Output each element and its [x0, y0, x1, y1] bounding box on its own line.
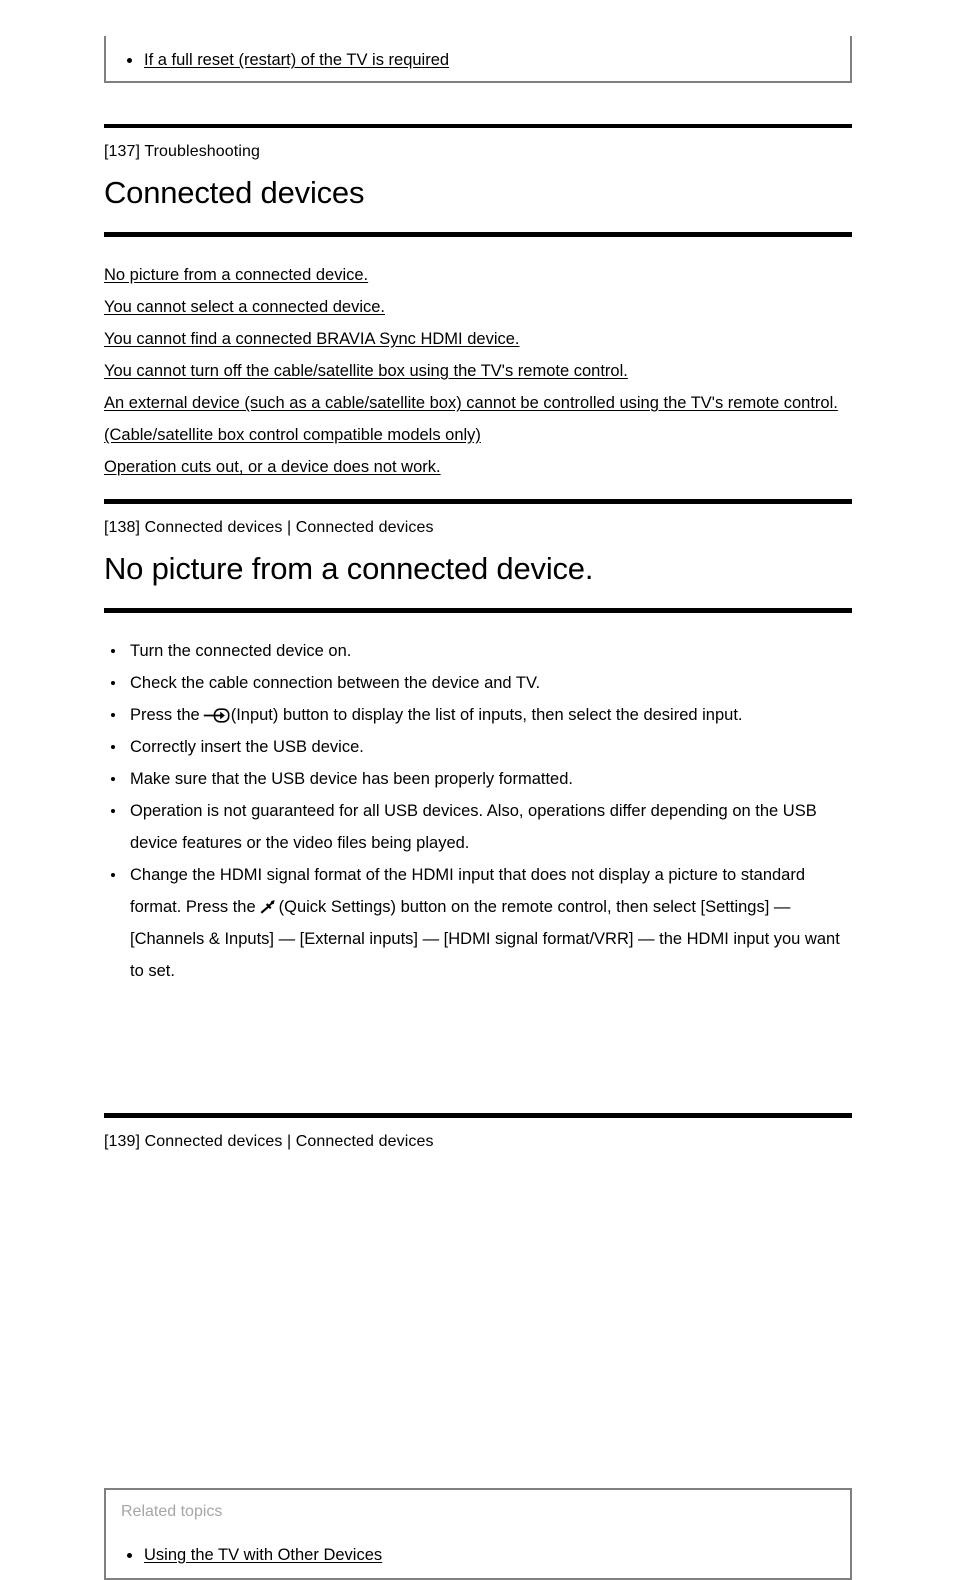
- link-no-picture-connected-device[interactable]: No picture from a connected device.: [104, 266, 368, 284]
- section-139-top-rule: [104, 1113, 852, 1118]
- section-139: [139] Connected devices | Connected devi…: [104, 1113, 852, 1152]
- continued-related-topics-box: If a full reset (restart) of the TV is r…: [104, 36, 852, 83]
- step-text: Turn the connected device on.: [130, 642, 352, 660]
- link-cannot-select-connected-device[interactable]: You cannot select a connected device.: [104, 298, 385, 316]
- list-item: Operation cuts out, or a device does not…: [104, 451, 852, 483]
- list-item: If a full reset (restart) of the TV is r…: [106, 50, 850, 70]
- step-text: Check the cable connection between the d…: [130, 674, 541, 692]
- section-138-breadcrumb: [138] Connected devices | Connected devi…: [104, 519, 434, 536]
- section-137-top-rule: [104, 124, 852, 128]
- list-item: Make sure that the USB device has been p…: [104, 763, 852, 795]
- continued-link-list: If a full reset (restart) of the TV is r…: [106, 50, 850, 70]
- section-139-breadcrumb: [139] Connected devices | Connected devi…: [104, 1133, 434, 1150]
- section-137-bottom-rule: [104, 232, 852, 237]
- related-topics-list: Using the TV with Other Devices: [106, 1545, 850, 1565]
- link-external-device-not-controlled[interactable]: An external device (such as a cable/sate…: [104, 394, 838, 444]
- list-item: You cannot find a connected BRAVIA Sync …: [104, 323, 852, 355]
- list-item: An external device (such as a cable/sate…: [104, 387, 852, 451]
- list-item: Correctly insert the USB device.: [104, 731, 852, 763]
- section-138-title: No picture from a connected device.: [104, 551, 594, 586]
- list-item: Operation is not guaranteed for all USB …: [104, 795, 852, 859]
- link-operation-cuts-out[interactable]: Operation cuts out, or a device does not…: [104, 458, 441, 476]
- section-137: [137] Troubleshooting Connected devices …: [104, 124, 852, 483]
- section-138-top-rule: [104, 499, 852, 504]
- section-138: [138] Connected devices | Connected devi…: [104, 499, 852, 1580]
- step-text: Press the: [130, 706, 200, 724]
- link-cannot-find-bravia-sync-hdmi[interactable]: You cannot find a connected BRAVIA Sync …: [104, 330, 520, 348]
- list-item: You cannot turn off the cable/satellite …: [104, 355, 852, 387]
- related-topics-heading: Related topics: [121, 1503, 223, 1520]
- link-full-reset-restart[interactable]: If a full reset (restart) of the TV is r…: [144, 51, 449, 69]
- section-138-bottom-rule: [104, 608, 852, 613]
- troubleshooting-steps-list: Turn the connected device on. Check the …: [104, 635, 852, 987]
- list-item: Using the TV with Other Devices: [106, 1545, 850, 1565]
- related-topics-box: Related topics Using the TV with Other D…: [104, 1488, 852, 1580]
- step-text: Operation is not guaranteed for all USB …: [130, 802, 817, 852]
- step-text: Correctly insert the USB device.: [130, 738, 364, 756]
- link-cannot-turn-off-cable-box[interactable]: You cannot turn off the cable/satellite …: [104, 362, 628, 380]
- section-137-breadcrumb: [137] Troubleshooting: [104, 143, 260, 160]
- list-item: Press the (Input) button to display the …: [104, 699, 852, 731]
- list-item: No picture from a connected device.: [104, 259, 852, 291]
- step-text: Make sure that the USB device has been p…: [130, 770, 573, 788]
- list-item: You cannot select a connected device.: [104, 291, 852, 323]
- wrench-icon: [259, 899, 276, 915]
- link-using-tv-with-other-devices[interactable]: Using the TV with Other Devices: [144, 1546, 382, 1564]
- list-item: Change the HDMI signal format of the HDM…: [104, 859, 852, 987]
- troubleshooting-link-list: No picture from a connected device. You …: [104, 259, 852, 483]
- input-icon: [203, 708, 230, 723]
- list-item: Check the cable connection between the d…: [104, 667, 852, 699]
- step-text-continued: (Input) button to display the list of in…: [230, 706, 743, 724]
- section-137-title: Connected devices: [104, 175, 365, 210]
- list-item: Turn the connected device on.: [104, 635, 852, 667]
